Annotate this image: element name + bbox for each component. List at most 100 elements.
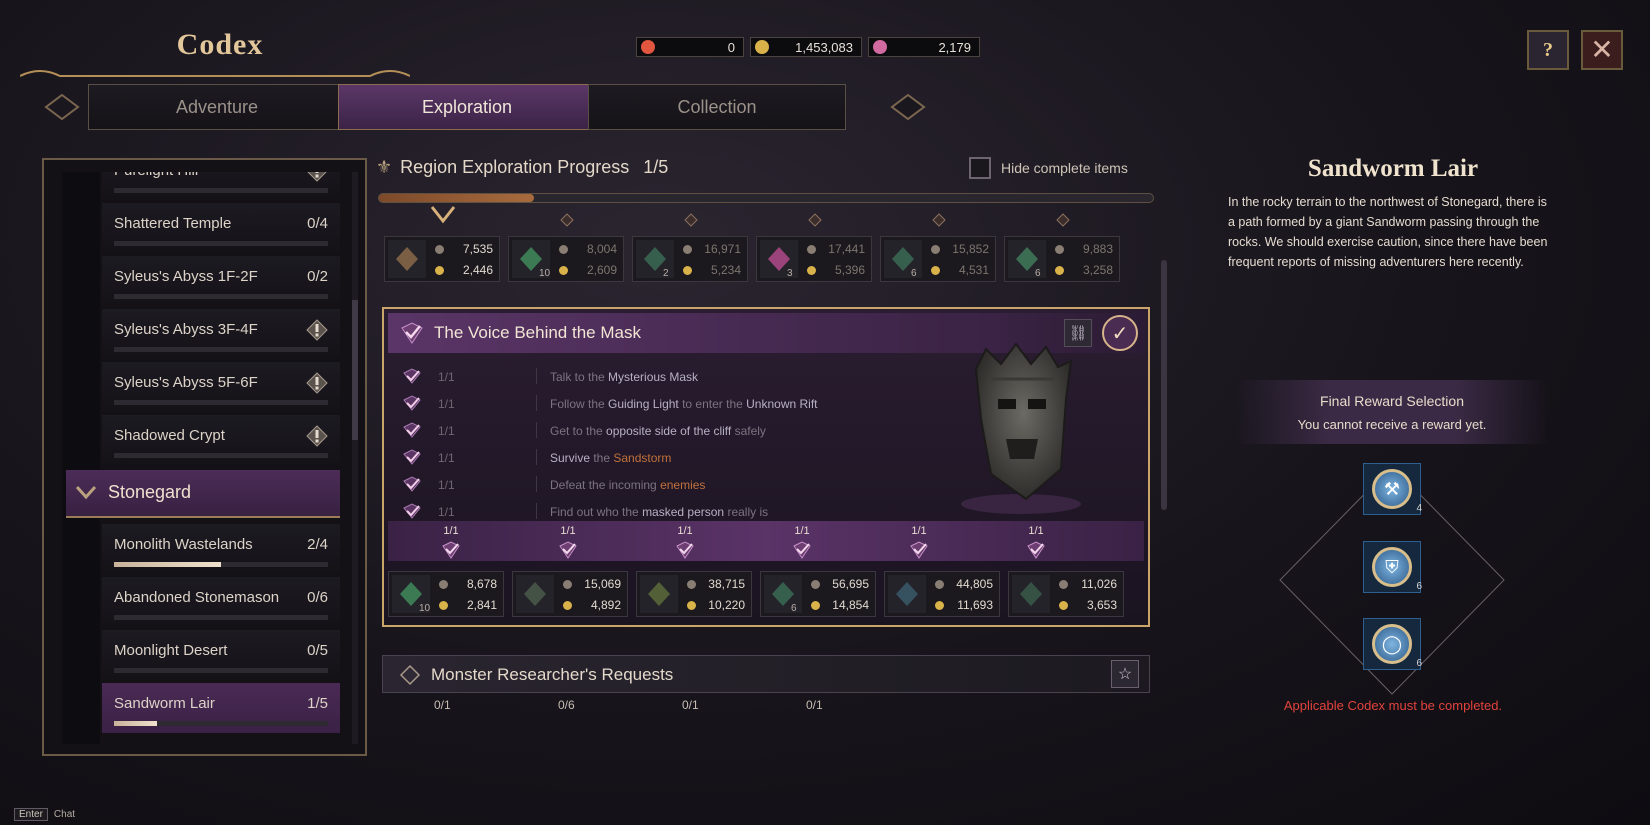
region-progress-fill xyxy=(114,562,221,567)
exp-icon xyxy=(931,245,940,254)
currency-value: 2,179 xyxy=(938,39,971,55)
tab-label: Exploration xyxy=(421,96,513,117)
objective-progress: 1/1 xyxy=(794,525,810,537)
step-text-part: opposite side of the cliff xyxy=(606,424,732,438)
tab-collection[interactable]: Collection xyxy=(588,84,846,130)
reward-card[interactable]: 2 16,971 5,234 xyxy=(632,213,748,282)
step-text: Survive the Sandstorm xyxy=(550,451,671,465)
gold-coin-icon xyxy=(1055,266,1064,275)
reward-card[interactable]: 15,069 4,892 xyxy=(512,571,628,617)
region-progress xyxy=(114,188,328,193)
checkbox[interactable] xyxy=(969,157,991,179)
gold-amount: 5,396 xyxy=(834,263,865,277)
region-progress xyxy=(114,615,328,620)
gold-value: 2,841 xyxy=(435,596,501,614)
quest-check-icon xyxy=(401,322,423,344)
reward-card[interactable]: 10 8,004 2,609 xyxy=(508,213,624,282)
hide-complete-toggle[interactable]: Hide complete items xyxy=(969,157,1128,179)
objective-marker: 1/1 xyxy=(553,525,583,559)
step-text-part: Get to the xyxy=(550,424,607,438)
exp-amount: 17,441 xyxy=(828,242,865,256)
region-item[interactable]: Monolith Wastelands 2/4 xyxy=(102,524,340,574)
step-progress: 1/1 xyxy=(438,424,455,438)
region-item[interactable]: Purelight Hill xyxy=(102,172,340,200)
quest-card[interactable]: The Voice Behind the Mask ⛓ ✓ 1/1 Talk to… xyxy=(382,307,1150,627)
complete-badge: ✓ xyxy=(1102,315,1138,351)
monster-request-count: 0/1 xyxy=(806,698,823,712)
tab-next-button[interactable] xyxy=(882,87,934,127)
scroll-thumb[interactable] xyxy=(352,300,358,440)
reward-card[interactable]: 7,535 2,446 xyxy=(384,206,500,282)
region-item[interactable]: Sandworm Lair 1/5 xyxy=(102,683,340,733)
step-text-part: safely xyxy=(731,424,766,438)
favorite-button[interactable]: ☆ xyxy=(1111,660,1139,688)
reward-card[interactable]: 44,805 11,693 xyxy=(884,571,1000,617)
step-check-icon xyxy=(402,503,421,519)
region-list-scrollbar[interactable] xyxy=(352,172,358,744)
region-name: Syleus's Abyss 3F-4F xyxy=(114,321,258,338)
gold-value: 4,531 xyxy=(927,261,993,279)
gold-value: 4,892 xyxy=(559,596,625,614)
objective-progress: 1/1 xyxy=(677,525,693,537)
reward-card[interactable]: 6 9,883 3,258 xyxy=(1004,213,1120,282)
final-reward-option[interactable]: ◯ 6 xyxy=(1363,618,1422,670)
currency-bar: 0 1,453,083 2,179 xyxy=(636,37,980,57)
objective-marker: 1/1 xyxy=(787,525,817,559)
reward-qty: 6 xyxy=(791,603,797,614)
reward-card[interactable]: 6 15,852 4,531 xyxy=(880,213,996,282)
region-progress xyxy=(114,294,328,299)
currency-2: 2,179 xyxy=(868,37,980,57)
group-header-stonegard[interactable]: Stonegard xyxy=(66,470,340,518)
region-detail-title: Sandworm Lair xyxy=(1307,155,1479,182)
region-item[interactable]: Syleus's Abyss 1F-2F 0/2 xyxy=(102,256,340,306)
region-item[interactable]: Abandoned Stonemason 0/6 xyxy=(102,577,340,627)
exp-icon xyxy=(1055,245,1064,254)
close-button[interactable]: ✕ xyxy=(1581,30,1623,70)
exp-icon xyxy=(811,580,820,589)
objective-check-icon xyxy=(1026,541,1046,559)
help-book-icon: ? xyxy=(1543,38,1553,61)
progress-value: 1/5 xyxy=(643,157,669,177)
center-scrollbar[interactable] xyxy=(1161,260,1167,510)
chevron-marker-icon xyxy=(430,206,456,227)
exp-value: 11,026 xyxy=(1055,575,1121,593)
objective-marker: 1/1 xyxy=(904,525,934,559)
region-name: Shattered Temple xyxy=(114,215,232,232)
region-item[interactable]: Shattered Temple 0/4 xyxy=(102,203,340,253)
tab-exploration[interactable]: Exploration xyxy=(338,84,596,130)
region-progress xyxy=(114,241,328,246)
reward-card[interactable]: 38,715 10,220 xyxy=(636,571,752,617)
gold-coin-icon xyxy=(755,40,769,54)
help-button[interactable]: ? xyxy=(1527,30,1569,70)
step-check-icon xyxy=(402,422,421,438)
reward-card[interactable]: 10 8,678 2,841 xyxy=(388,571,504,617)
tab-adventure[interactable]: Adventure xyxy=(88,84,346,130)
reward-card[interactable]: 3 17,441 5,396 xyxy=(756,213,872,282)
exp-value: 15,852 xyxy=(927,240,993,258)
reward-item-icon xyxy=(888,575,926,613)
step-text-part: enemies xyxy=(660,478,706,492)
reward-qty: 6 xyxy=(1416,658,1422,669)
reward-qty: 3 xyxy=(787,268,793,279)
close-icon: ✕ xyxy=(1590,35,1614,66)
final-reward-option[interactable]: ⚒ 4 xyxy=(1363,463,1422,515)
region-item[interactable]: Moonlight Desert 0/5 xyxy=(102,630,340,680)
objective-band: 1/1 1/1 1/1 1/1 1/1 1/1 xyxy=(388,521,1144,561)
exp-amount: 8,004 xyxy=(586,242,617,256)
monster-requests-header[interactable]: Monster Researcher's Requests ☆ xyxy=(382,655,1150,693)
region-item[interactable]: Syleus's Abyss 5F-6F xyxy=(102,362,340,412)
step-text-part: Talk to the xyxy=(550,370,609,384)
exp-icon xyxy=(563,580,572,589)
region-name: Abandoned Stonemason xyxy=(114,589,280,606)
region-count: 1/5 xyxy=(307,695,328,712)
tab-prev-button[interactable] xyxy=(36,87,88,127)
region-item[interactable]: Syleus's Abyss 3F-4F xyxy=(102,309,340,359)
step-check-icon xyxy=(402,395,421,411)
step-text: Get to the opposite side of the cliff sa… xyxy=(550,424,766,438)
final-reward-option[interactable]: ⛨ 6 xyxy=(1363,541,1422,593)
enter-key[interactable]: Enter xyxy=(14,808,48,821)
region-item[interactable]: Shadowed Crypt xyxy=(102,415,340,465)
exp-value: 17,441 xyxy=(803,240,869,258)
reward-card[interactable]: 11,026 3,653 xyxy=(1008,571,1124,617)
reward-card[interactable]: 6 56,695 14,854 xyxy=(760,571,876,617)
